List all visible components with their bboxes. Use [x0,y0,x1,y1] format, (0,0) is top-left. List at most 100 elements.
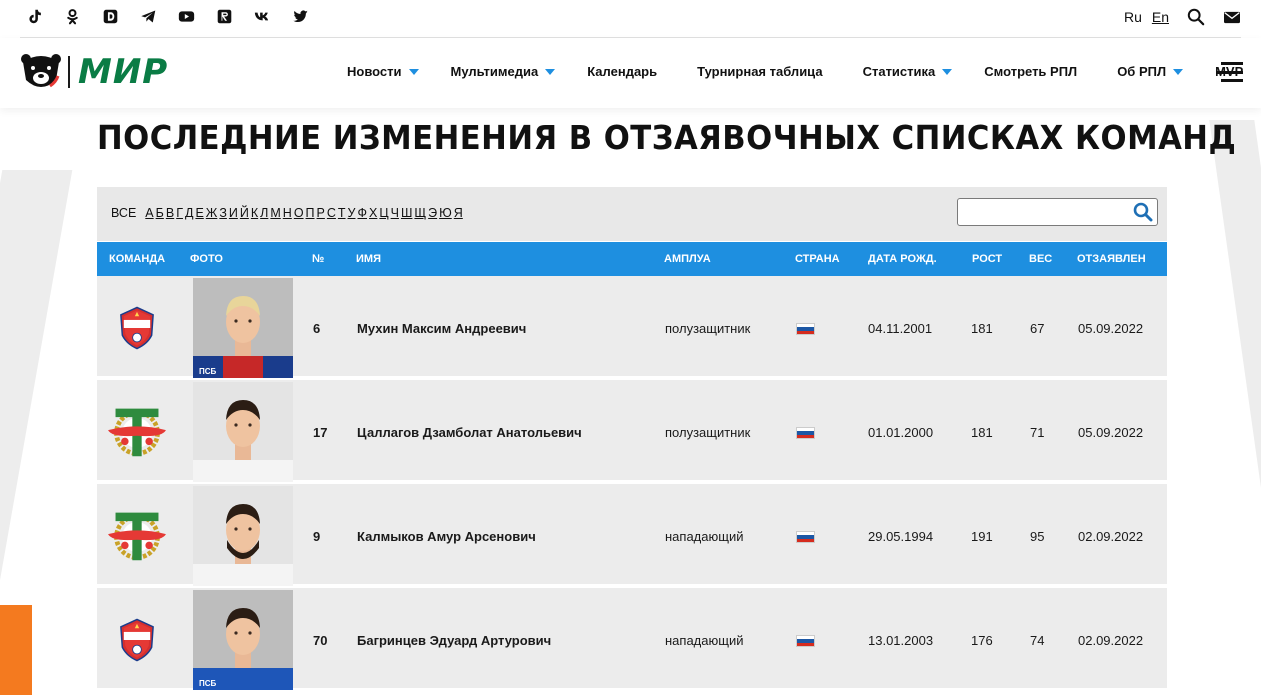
twitter-icon[interactable] [290,6,310,26]
dzen-icon[interactable] [100,6,120,26]
player-birth-date: 13.01.2003 [868,633,934,648]
odnoklassniki-icon[interactable] [62,6,82,26]
filter-letter-link[interactable]: Г [176,206,183,220]
telegram-icon[interactable] [138,6,158,26]
filter-letter-link[interactable]: Я [454,206,463,220]
filter-letter-link[interactable]: Э [428,206,437,220]
filter-letter-link[interactable]: Е [195,206,203,220]
nav-item-7[interactable]: Об РПЛ [1117,64,1184,79]
filter-letter-link[interactable]: Ш [401,206,412,220]
search-field [957,198,1158,226]
player-name-link[interactable]: Багринцев Эдуард Артурович [357,633,551,648]
filter-letter-link[interactable]: Д [185,206,193,220]
logo-separator [68,56,70,88]
player-position: полузащитник [665,321,751,336]
top-bar: Ru En [0,0,1261,36]
filter-letter-link[interactable]: Л [260,206,268,220]
vk-icon[interactable] [252,6,272,26]
nav-item-3[interactable]: Календарь [587,64,657,79]
filter-letter-link[interactable]: Й [240,206,249,220]
filter-letter-link[interactable]: М [270,206,280,220]
filter-letter-link[interactable]: Ю [439,206,452,220]
site-logo[interactable]: МИР [20,52,168,92]
cska-logo[interactable] [105,300,169,356]
player-position: нападающий [665,529,744,544]
filter-letter-link[interactable]: В [166,206,174,220]
filter-letter-link[interactable]: Ф [358,206,368,220]
nav-item-5[interactable]: Статистика [863,64,953,79]
player-name-link[interactable]: Цаллагов Дзамболат Анатольевич [357,425,582,440]
nav-item-2[interactable]: Мультимедиа [451,64,556,79]
nav-item-4[interactable]: Турнирная таблица [697,64,822,79]
russia-flag [796,531,815,543]
filter-letter-link[interactable]: Н [283,206,292,220]
lokomotiv-logo[interactable] [105,508,169,564]
filter-letter-link[interactable]: Р [317,206,325,220]
nav-item-label: Смотреть РПЛ [984,64,1078,79]
nav-item-1[interactable]: Новости [347,64,419,79]
nav-item-label: Календарь [587,64,658,79]
filter-letter-link[interactable]: Б [156,206,164,220]
filter-letter-link[interactable]: Ж [206,206,218,220]
youtube-icon[interactable] [176,6,196,26]
lang-ru-link[interactable]: Ru [1124,9,1142,25]
player-released-date: 05.09.2022 [1078,425,1144,440]
filter-letter-link[interactable]: У [348,206,356,220]
background-orange-accent [0,605,32,695]
player-photo [193,486,293,586]
lang-en-link[interactable]: En [1152,9,1169,25]
tiktok-icon[interactable] [24,6,44,26]
filter-all-link[interactable]: ВСЕ [111,206,136,220]
player-height: 191 [971,529,993,544]
search-icon[interactable] [1133,202,1153,222]
table-row[interactable]: 17 Цаллагов Дзамболат Анатольевич полузащи… [97,380,1167,482]
menu-icon[interactable] [1217,62,1243,82]
filter-letter-link[interactable]: К [251,206,258,220]
filter-letter-link[interactable]: О [294,206,304,220]
filter-letter-link[interactable]: П [306,206,315,220]
cska-logo[interactable] [105,612,169,668]
table-row[interactable]: ПСБ 70 Багринцев Эдуард Артурович нападающи… [97,588,1167,690]
player-weight: 71 [1030,425,1045,440]
page-title: ПОСЛЕДНИЕ ИЗМЕНЕНИЯ В ОТЗАЯВОЧНЫХ СПИСКА… [97,118,1237,157]
filter-letter-link[interactable]: Ц [379,206,388,220]
filter-letter-link[interactable]: З [219,206,227,220]
mail-icon[interactable] [1223,8,1241,26]
social-links [24,6,310,26]
player-name-link[interactable]: Мухин Максим Андреевич [357,321,526,336]
chevron-down-icon [942,68,953,75]
player-number: 9 [313,529,321,544]
russia-flag [796,427,815,439]
search-icon[interactable] [1187,8,1205,26]
table-row[interactable]: ПСБ 6 Мухин Максим Андреевич полузащитник 04… [97,276,1167,378]
player-number: 17 [313,425,328,440]
background-stripe-right [1209,120,1261,500]
nav-item-label: Статистика [862,64,936,79]
russia-flag [796,635,815,647]
filter-letter-link[interactable]: И [229,206,238,220]
filter-letter-link[interactable]: Ч [391,206,399,220]
filter-letter-link[interactable]: Х [369,206,377,220]
nav-item-label: Мультимедиа [450,64,539,79]
filter-letter-link[interactable]: С [327,206,336,220]
search-input[interactable] [962,200,1132,224]
filter-letter-link[interactable]: А [145,206,153,220]
column-header-birth-date: ДАТА РОЖД. [868,253,937,265]
table-row[interactable]: 9 Калмыков Амур Арсенович нападающий 29.05.… [97,484,1167,586]
player-photo [193,382,293,482]
player-released-date: 02.09.2022 [1078,529,1144,544]
language-switcher: Ru En [1124,8,1241,26]
rutube-icon[interactable] [214,6,234,26]
player-name-link[interactable]: Калмыков Амур Арсенович [357,529,536,544]
main-header: МИР Новости Мультимедиа Календарь Турнирная… [0,38,1261,108]
player-number: 70 [313,633,328,648]
table-header: КОМАНДА ФОТО № ИМЯ АМПЛУА СТРАНА ДАТА РО… [97,242,1167,276]
filter-letter-link[interactable]: Щ [414,206,426,220]
filter-letter-link[interactable]: Т [338,206,346,220]
lokomotiv-logo[interactable] [105,404,169,460]
column-header-position: АМПЛУА [664,253,711,265]
alphabet-filter: ВСЕ АБВГДЕЖЗИЙКЛМНОПРСТУФХЦЧШЩЭЮЯ [111,206,465,220]
nav-item-6[interactable]: Смотреть РПЛ [984,64,1077,79]
column-header-number: № [312,253,325,265]
player-photo: ПСБ [193,590,293,690]
